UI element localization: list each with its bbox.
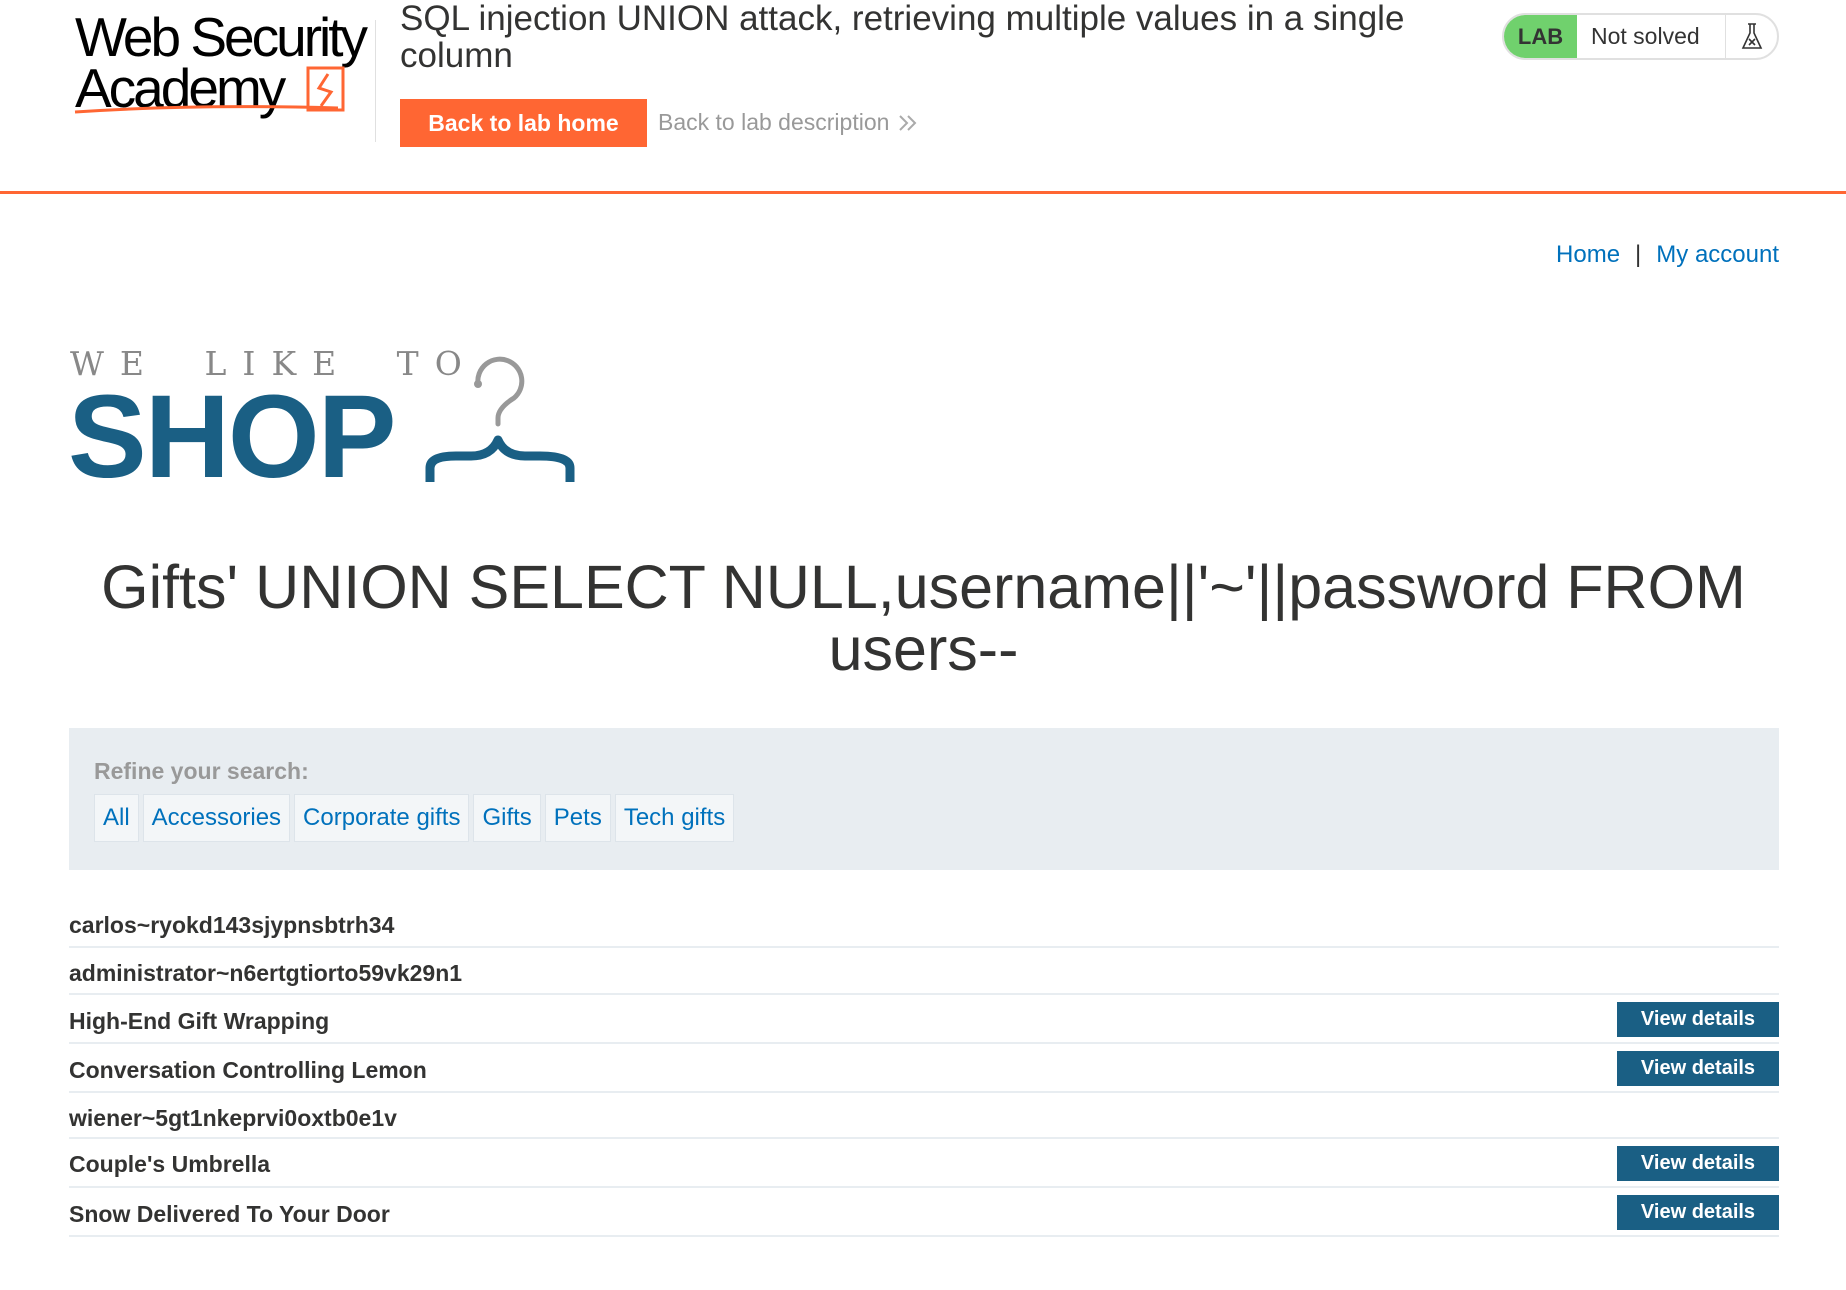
filter-panel: Refine your search: All Accessories Corp… <box>69 728 1779 870</box>
lab-status-widget: LAB Not solved <box>1502 13 1779 60</box>
table-row: administrator~n6ertgtiorto59vk29n1 <box>69 948 1779 995</box>
back-to-lab-description-label: Back to lab description <box>658 109 890 135</box>
row-name: wiener~5gt1nkeprvi0oxtb0e1v <box>69 1105 397 1131</box>
page-title: Gifts' UNION SELECT NULL,username||'~'||… <box>101 553 1746 683</box>
row-name: Conversation Controlling Lemon <box>69 1057 427 1083</box>
row-name: High-End Gift Wrapping <box>69 1008 330 1034</box>
view-details-button[interactable]: View details <box>1617 1146 1779 1181</box>
academy-swoosh-icon <box>74 66 345 114</box>
lab-status-tag: LAB <box>1504 15 1577 58</box>
back-to-lab-description-link[interactable]: Back to lab description <box>658 109 919 136</box>
table-row: Couple's Umbrella View details <box>69 1139 1779 1188</box>
row-name: carlos~ryokd143sjypnsbtrh34 <box>69 912 395 938</box>
category-filter-list: All Accessories Corporate gifts Gifts Pe… <box>94 794 735 842</box>
web-security-academy-logo[interactable]: Web Security Academy <box>73 8 373 118</box>
table-row: Conversation Controlling Lemon View deta… <box>69 1044 1779 1093</box>
view-details-button[interactable]: View details <box>1617 1002 1779 1037</box>
lab-title: SQL injection UNION attack, retrieving m… <box>400 0 1405 75</box>
my-account-link[interactable]: My account <box>1656 241 1779 268</box>
top-navigation: Home | My account <box>1556 241 1779 269</box>
shop-logo-word: SHOP <box>68 371 396 503</box>
table-row: wiener~5gt1nkeprvi0oxtb0e1v <box>69 1093 1779 1139</box>
home-link[interactable]: Home <box>1556 241 1620 268</box>
hanger-icon <box>425 356 575 482</box>
shop-logo: WE LIKE TO SHOP <box>68 344 608 503</box>
flask-icon <box>1725 15 1777 58</box>
filter-accessories[interactable]: Accessories <box>142 794 291 842</box>
lab-status-text: Not solved <box>1591 23 1700 49</box>
table-row: Snow Delivered To Your Door View details <box>69 1188 1779 1237</box>
filter-all[interactable]: All <box>94 794 139 842</box>
row-name: Couple's Umbrella <box>69 1151 271 1177</box>
academy-header: Web Security Academy SQL injection UNION… <box>0 0 1846 194</box>
header-divider <box>375 20 376 142</box>
row-name: administrator~n6ertgtiorto59vk29n1 <box>69 960 463 986</box>
nav-separator: | <box>1635 241 1642 268</box>
filter-tech-gifts[interactable]: Tech gifts <box>614 794 735 842</box>
view-details-button[interactable]: View details <box>1617 1051 1779 1086</box>
back-to-lab-home-button[interactable]: Back to lab home <box>400 99 647 147</box>
view-details-button[interactable]: View details <box>1617 1195 1779 1230</box>
table-row: High-End Gift Wrapping View details <box>69 995 1779 1044</box>
filter-corporate-gifts[interactable]: Corporate gifts <box>294 794 470 842</box>
double-chevron-right-icon <box>899 114 917 131</box>
refine-search-label: Refine your search: <box>94 758 309 784</box>
filter-pets[interactable]: Pets <box>544 794 611 842</box>
results-table: carlos~ryokd143sjypnsbtrh34 administrato… <box>69 902 1779 1237</box>
filter-gifts[interactable]: Gifts <box>473 794 541 842</box>
row-name: Snow Delivered To Your Door <box>69 1201 390 1227</box>
table-row: carlos~ryokd143sjypnsbtrh34 <box>69 902 1779 948</box>
